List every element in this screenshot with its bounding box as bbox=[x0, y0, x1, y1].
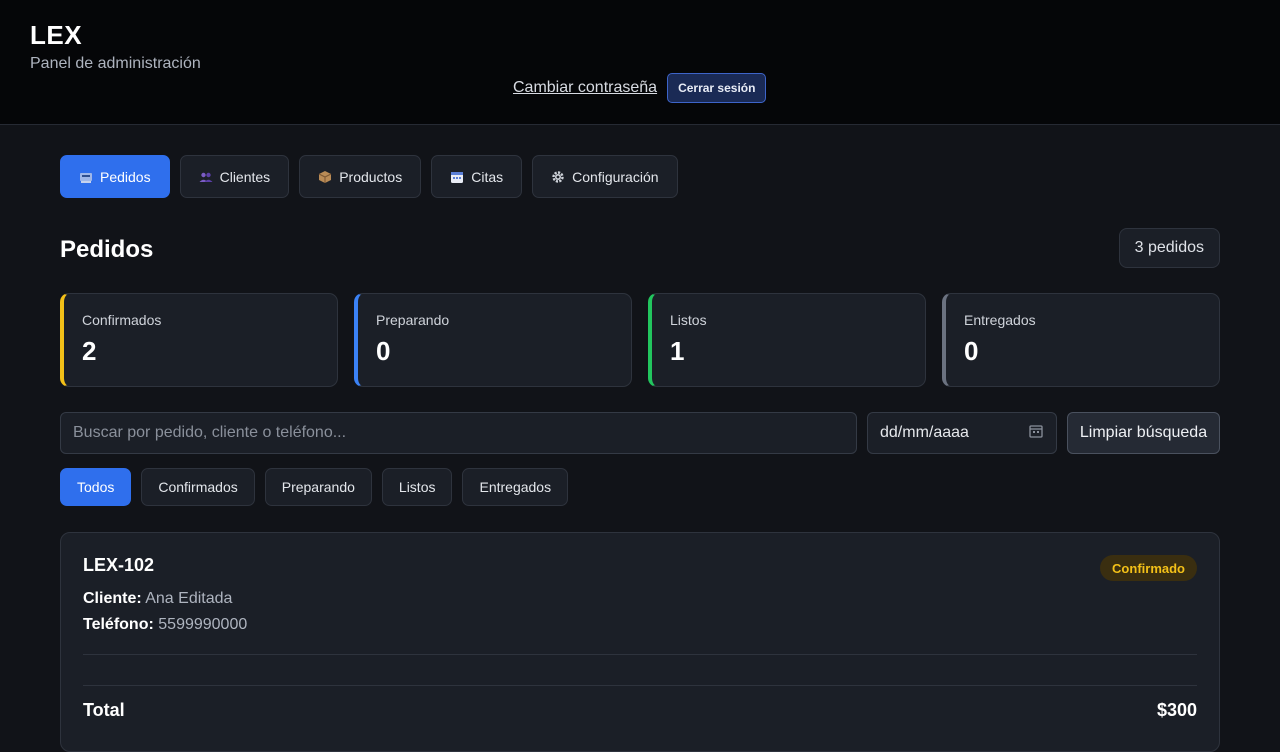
date-filter-input[interactable]: dd/mm/aaaa bbox=[867, 412, 1057, 454]
stat-label: Preparando bbox=[376, 312, 450, 328]
total-value: $300 bbox=[1156, 700, 1197, 720]
tab-clientes[interactable]: Clientes bbox=[179, 155, 290, 198]
phone-label: Teléfono: bbox=[83, 616, 154, 633]
top-bar: LEX Panel de administración Cambiar cont… bbox=[0, 0, 1280, 125]
package-icon bbox=[318, 170, 332, 184]
order-phone: Teléfono: 5599990000 bbox=[83, 616, 1197, 634]
change-password-link[interactable]: Cambiar contraseña bbox=[513, 79, 657, 97]
tab-pedidos[interactable]: Pedidos bbox=[60, 155, 170, 198]
filter-confirmados[interactable]: Confirmados bbox=[141, 468, 255, 506]
stat-value: 0 bbox=[376, 336, 391, 366]
gear-icon bbox=[551, 170, 565, 184]
status-filters: Todos Confirmados Preparando Listos Entr… bbox=[60, 468, 1220, 506]
stat-label: Listos bbox=[670, 312, 707, 328]
status-badge: Confirmado bbox=[1100, 555, 1197, 581]
tab-label: Configuración bbox=[572, 168, 659, 185]
search-input[interactable] bbox=[60, 412, 857, 454]
stat-value: 1 bbox=[670, 336, 685, 366]
stat-value: 0 bbox=[964, 336, 979, 366]
stat-card-confirmados: Confirmados 2 bbox=[60, 293, 338, 387]
orders-count-badge: 3 pedidos bbox=[1118, 228, 1220, 268]
client-label: Cliente: bbox=[83, 590, 142, 607]
divider bbox=[83, 685, 1197, 686]
tab-productos[interactable]: Productos bbox=[299, 155, 422, 198]
order-card[interactable]: LEX-102 Confirmado Cliente: Ana Editada … bbox=[60, 532, 1220, 752]
tab-label: Productos bbox=[339, 168, 403, 185]
brand: LEX Panel de administración bbox=[30, 20, 201, 73]
stat-value: 2 bbox=[82, 336, 97, 366]
tab-label: Pedidos bbox=[100, 168, 151, 185]
section-header: Pedidos 3 pedidos bbox=[60, 228, 1220, 268]
logout-button[interactable]: Cerrar sesión bbox=[667, 73, 767, 103]
tab-label: Clientes bbox=[219, 168, 271, 185]
users-icon bbox=[199, 170, 213, 184]
date-placeholder: dd/mm/aaaa bbox=[880, 424, 969, 441]
calendar-icon bbox=[450, 170, 464, 184]
cash-register-icon bbox=[79, 170, 93, 184]
brand-title: LEX bbox=[30, 20, 83, 50]
filter-listos[interactable]: Listos bbox=[381, 468, 453, 506]
tab-citas[interactable]: Citas bbox=[431, 155, 523, 198]
divider bbox=[83, 654, 1197, 655]
phone-value: 5599990000 bbox=[158, 616, 248, 633]
calendar-picker-icon[interactable] bbox=[1028, 423, 1044, 444]
main-content: Pedidos Clientes Productos Citas Configu… bbox=[60, 155, 1220, 752]
tab-bar: Pedidos Clientes Productos Citas Configu… bbox=[60, 155, 1220, 198]
search-row: dd/mm/aaaa Limpiar búsqueda bbox=[60, 412, 1220, 454]
filter-todos[interactable]: Todos bbox=[60, 468, 132, 506]
filter-entregados[interactable]: Entregados bbox=[462, 468, 569, 506]
stat-card-listos: Listos 1 bbox=[648, 293, 926, 387]
stat-label: Entregados bbox=[964, 312, 1036, 328]
order-total-row: Total $300 bbox=[83, 700, 1197, 721]
filter-preparando[interactable]: Preparando bbox=[264, 468, 372, 506]
tab-configuracion[interactable]: Configuración bbox=[532, 155, 678, 198]
clear-search-button[interactable]: Limpiar búsqueda bbox=[1067, 412, 1220, 454]
order-id: LEX-102 bbox=[83, 555, 155, 575]
client-value: Ana Editada bbox=[145, 590, 233, 607]
stats-row: Confirmados 2 Preparando 0 Listos 1 Entr… bbox=[60, 293, 1220, 387]
total-label: Total bbox=[83, 700, 125, 720]
brand-subtitle: Panel de administración bbox=[30, 55, 201, 72]
stat-card-entregados: Entregados 0 bbox=[942, 293, 1220, 387]
page-title: Pedidos bbox=[60, 236, 154, 263]
order-client: Cliente: Ana Editada bbox=[83, 590, 1197, 608]
tab-label: Citas bbox=[471, 168, 504, 185]
stat-card-preparando: Preparando 0 bbox=[354, 293, 632, 387]
stat-label: Confirmados bbox=[82, 312, 162, 328]
top-actions: Cambiar contraseña Cerrar sesión bbox=[513, 73, 767, 103]
